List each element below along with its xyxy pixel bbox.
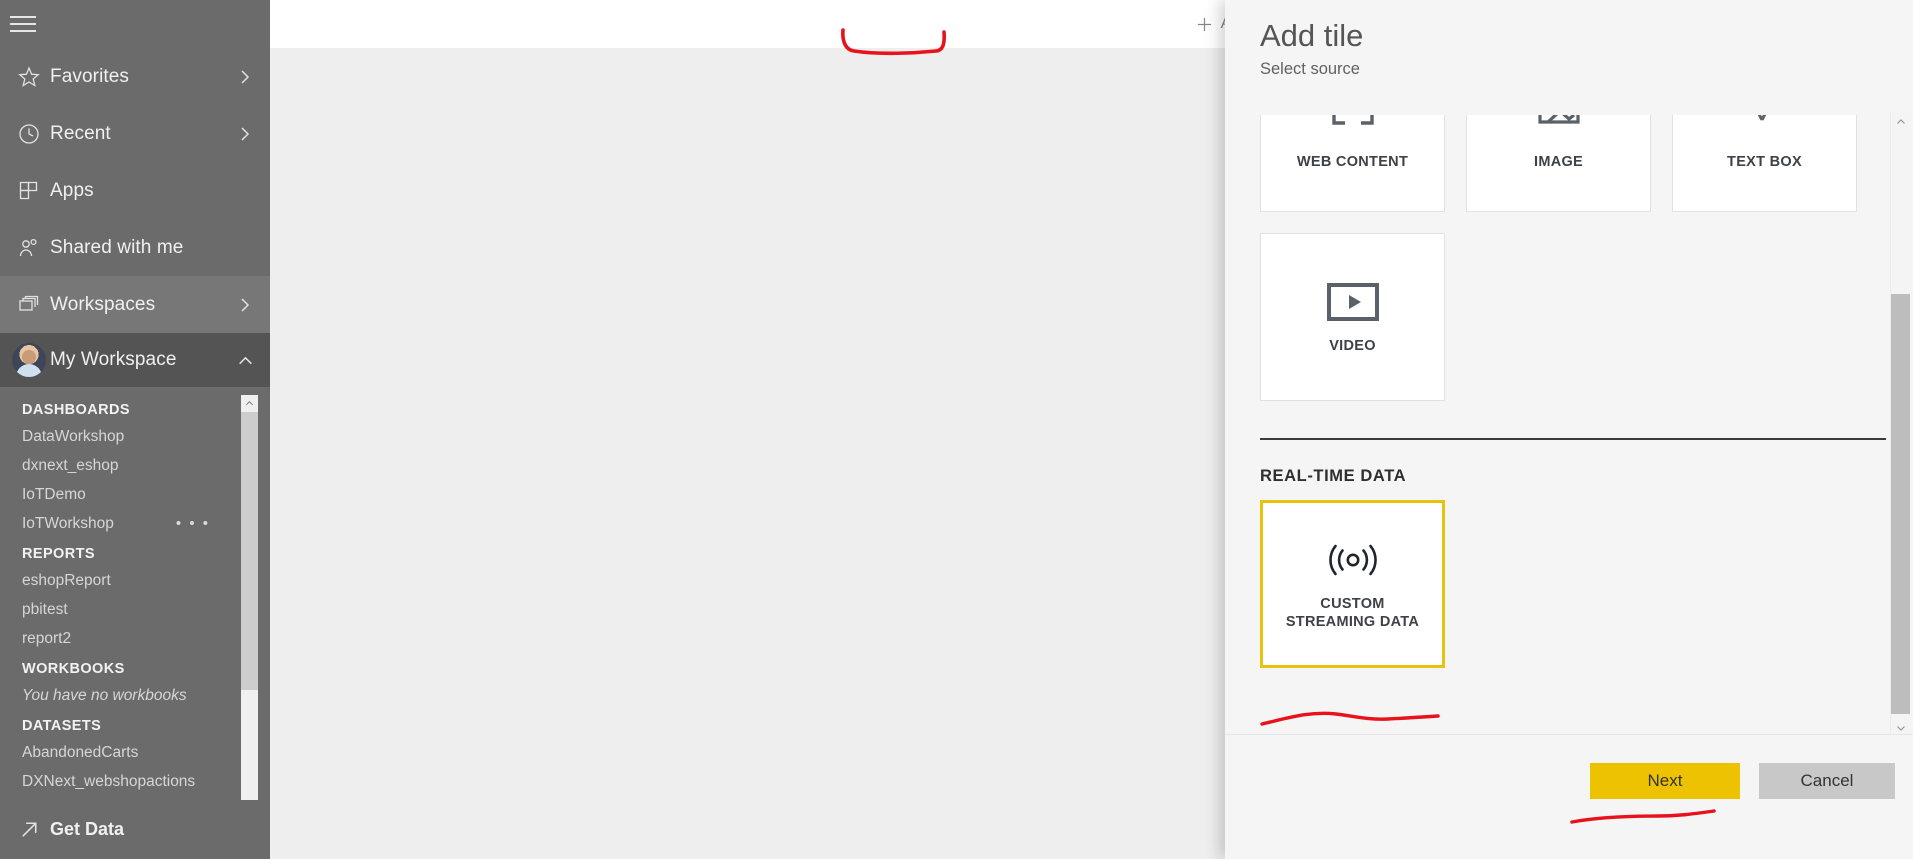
tree-section-header: WORKBOOKS xyxy=(22,661,125,677)
sidebar-item-recent[interactable]: Recent xyxy=(0,105,270,162)
tree-item-dashboard[interactable]: IoTWorkshop • • • xyxy=(0,510,270,539)
tree-item-report[interactable]: pbitest xyxy=(0,596,270,625)
tile-custom-streaming-data[interactable]: CUSTOM STREAMING DATA xyxy=(1260,500,1445,668)
get-data-button[interactable]: Get Data xyxy=(0,800,270,859)
sidebar-item-favorites[interactable]: Favorites xyxy=(0,48,270,105)
panel-scroll-body: WEB CONTENT IMAGE TEXT BOX VIDEO REAL-TI… xyxy=(1225,115,1913,735)
sidebar-scrollbar[interactable] xyxy=(241,395,258,815)
more-options-icon[interactable]: • • • xyxy=(176,514,210,534)
panel-scrollbar-thumb[interactable] xyxy=(1891,294,1910,714)
tree-item-dashboard[interactable]: IoTDemo xyxy=(0,481,270,510)
tree-empty-message: You have no workbooks xyxy=(22,687,187,704)
broadcast-icon xyxy=(1322,538,1384,582)
media-tiles-row-top: WEB CONTENT IMAGE TEXT BOX xyxy=(1225,115,1913,212)
next-button[interactable]: Next xyxy=(1590,763,1740,799)
realtime-tiles-row: CUSTOM STREAMING DATA xyxy=(1225,500,1878,668)
tree-section-header: DATASETS xyxy=(22,718,102,734)
stacked-windows-icon xyxy=(8,293,50,317)
tile-label-line-2: STREAMING DATA xyxy=(1285,613,1420,630)
scroll-up-arrow-icon[interactable] xyxy=(1891,112,1910,131)
sidebar-item-label: Apps xyxy=(50,179,94,201)
tile-label: CUSTOM STREAMING DATA xyxy=(1286,595,1419,631)
sidebar-item-label: Workspaces xyxy=(50,293,156,315)
sidebar-item-apps[interactable]: Apps xyxy=(0,162,270,219)
scroll-up-arrow-icon[interactable] xyxy=(241,395,258,412)
sidebar-item-shared-with-me[interactable]: Shared with me xyxy=(0,219,270,276)
cancel-button[interactable]: Cancel xyxy=(1759,763,1895,799)
panel-subtitle: Select source xyxy=(1260,60,1360,78)
star-icon xyxy=(8,65,50,89)
video-icon xyxy=(1325,280,1381,324)
tile-video[interactable]: VIDEO xyxy=(1260,233,1445,401)
tree-item-dataset[interactable]: DXNext_webshopactions xyxy=(0,768,270,797)
people-icon xyxy=(8,236,50,260)
realtime-section-header: REAL-TIME DATA xyxy=(1260,467,1407,485)
sidebar-scrollbar-thumb[interactable] xyxy=(241,412,258,690)
panel-title: Add tile xyxy=(1260,18,1364,53)
tree-item-dashboard[interactable]: DataWorkshop xyxy=(0,423,270,452)
tile-label-line-1: CUSTOM xyxy=(1320,595,1385,612)
chevron-up-icon[interactable] xyxy=(234,352,256,369)
sidebar-item-workspaces[interactable]: Workspaces xyxy=(0,276,270,333)
tree-item-report[interactable]: report2 xyxy=(0,625,270,654)
tile-web-content[interactable]: WEB CONTENT xyxy=(1260,115,1445,212)
tile-label: VIDEO xyxy=(1329,337,1376,354)
sidebar-item-my-workspace[interactable]: My Workspace xyxy=(0,333,270,387)
clock-icon xyxy=(8,122,50,146)
panel-footer: Next Cancel xyxy=(1225,734,1913,859)
sidebar-item-label: Recent xyxy=(50,122,111,144)
workspace-content-tree: DASHBOARDS DataWorkshop dxnext_eshop IoT… xyxy=(0,395,270,800)
web-content-icon xyxy=(1330,115,1376,140)
tree-item-report[interactable]: eshopReport xyxy=(0,567,270,596)
media-tiles-row-bottom: VIDEO xyxy=(1225,233,1878,401)
tree-item-dataset[interactable]: AbandonedCarts xyxy=(0,739,270,768)
tree-section-header: REPORTS xyxy=(22,546,95,562)
hamburger-row xyxy=(0,0,270,48)
tile-label: WEB CONTENT xyxy=(1296,154,1409,170)
tile-text-box[interactable]: TEXT BOX xyxy=(1672,115,1857,212)
image-icon xyxy=(1536,115,1582,140)
plus-icon xyxy=(1196,16,1213,33)
sidebar-item-label: Shared with me xyxy=(50,236,184,258)
apps-grid-icon xyxy=(8,179,50,203)
sidebar-item-label: Favorites xyxy=(50,65,130,87)
arrow-up-right-icon xyxy=(8,818,50,841)
panel-scrollbar[interactable] xyxy=(1890,112,1910,737)
chevron-right-icon[interactable] xyxy=(234,69,256,85)
tree-section-header: DASHBOARDS xyxy=(22,402,130,418)
tree-item-dashboard[interactable]: dxnext_eshop xyxy=(0,452,270,481)
panel-header: Add tile Select source xyxy=(1225,0,1913,79)
tile-image[interactable]: IMAGE xyxy=(1466,115,1651,212)
chevron-right-icon[interactable] xyxy=(234,126,256,142)
chevron-right-icon[interactable] xyxy=(234,297,256,313)
text-box-icon xyxy=(1742,115,1788,140)
menu-icon[interactable] xyxy=(10,13,40,35)
tile-label: TEXT BOX xyxy=(1727,154,1802,170)
add-tile-panel: Add tile Select source WEB CONTENT IMAGE… xyxy=(1225,0,1913,859)
tree-item-label: IoTWorkshop xyxy=(22,515,114,532)
tile-label: IMAGE xyxy=(1533,154,1584,170)
left-sidebar: Favorites Recent Apps Shared with me Wor… xyxy=(0,0,270,859)
avatar xyxy=(8,343,50,377)
get-data-label: Get Data xyxy=(50,819,125,839)
sidebar-item-label: My Workspace xyxy=(50,349,177,370)
